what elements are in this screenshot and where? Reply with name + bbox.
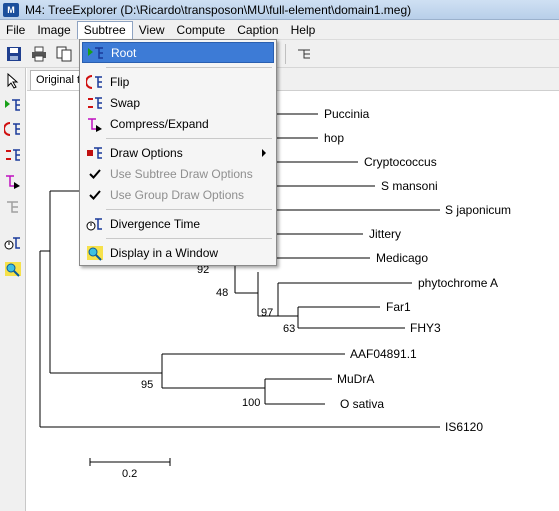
bootstrap-value: 100 xyxy=(242,397,260,409)
taxon-label[interactable]: FHY3 xyxy=(410,321,441,335)
menu-item-flip[interactable]: Flip xyxy=(82,71,274,92)
menu-item-divergence-time[interactable]: Divergence Time xyxy=(82,213,274,234)
menu-item-compress-expand[interactable]: Compress/Expand xyxy=(82,113,274,134)
menu-item-draw-options[interactable]: Draw Options xyxy=(82,142,274,163)
tree-tools-toolbar xyxy=(0,68,26,511)
menu-separator xyxy=(106,209,272,210)
menu-image[interactable]: Image xyxy=(31,21,76,39)
save-icon[interactable] xyxy=(3,43,25,65)
taxon-label[interactable]: MuDrA xyxy=(337,372,374,386)
compress-expand-icon xyxy=(84,115,106,133)
bootstrap-value: 95 xyxy=(141,379,153,391)
menu-help[interactable]: Help xyxy=(285,21,322,39)
copy-icon[interactable] xyxy=(53,43,75,65)
menu-item-root[interactable]: Root xyxy=(82,42,274,63)
menu-view[interactable]: View xyxy=(133,21,171,39)
taxon-label[interactable]: Far1 xyxy=(386,300,411,314)
menu-separator xyxy=(106,238,272,239)
menu-compute[interactable]: Compute xyxy=(171,21,232,39)
checkmark-icon xyxy=(84,165,106,183)
menu-bar: File Image Subtree View Compute Caption … xyxy=(0,20,559,40)
pointer-icon[interactable] xyxy=(3,71,23,91)
checkmark-icon xyxy=(84,186,106,204)
menu-item-display-in-window[interactable]: Display in a Window xyxy=(82,242,274,263)
menu-file[interactable]: File xyxy=(0,21,31,39)
display-window-icon xyxy=(84,244,106,262)
taxon-label[interactable]: hop xyxy=(324,131,344,145)
bootstrap-value: 97 xyxy=(261,307,273,319)
taxon-label[interactable]: S japonicum xyxy=(445,203,511,217)
draw-options-icon xyxy=(84,144,106,162)
title-bar: M M4: TreeExplorer (D:\Ricardo\transposo… xyxy=(0,0,559,20)
draw-options-disabled-icon xyxy=(3,197,23,217)
taxon-label[interactable]: IS6120 xyxy=(445,420,483,434)
divergence-time-icon xyxy=(84,215,106,233)
swap-tree-icon xyxy=(84,94,106,112)
taxon-label[interactable]: Jittery xyxy=(369,227,401,241)
submenu-arrow-icon xyxy=(262,148,266,157)
tree-layout-icon[interactable] xyxy=(293,43,315,65)
menu-subtree[interactable]: Subtree xyxy=(76,20,133,39)
subtree-dropdown-menu: Root Flip Swap Compress/Expand Draw Opti… xyxy=(79,39,277,266)
menu-item-use-subtree-draw-options[interactable]: Use Subtree Draw Options xyxy=(82,163,274,184)
app-icon: M xyxy=(3,2,19,17)
root-tree-icon[interactable] xyxy=(3,95,23,115)
bootstrap-value: 63 xyxy=(283,323,295,335)
taxon-label[interactable]: O sativa xyxy=(340,397,384,411)
bootstrap-labels: 92 48 97 63 95 100 xyxy=(141,264,295,409)
menu-separator xyxy=(106,138,272,139)
swap-tree-icon[interactable] xyxy=(3,145,23,165)
taxon-label[interactable]: phytochrome A xyxy=(418,276,498,290)
menu-separator xyxy=(106,67,272,68)
flip-tree-icon xyxy=(84,73,106,91)
flip-tree-icon[interactable] xyxy=(3,119,23,139)
menu-item-swap[interactable]: Swap xyxy=(82,92,274,113)
toolbar-separator xyxy=(285,43,286,64)
divergence-time-icon[interactable] xyxy=(3,233,23,253)
menu-caption[interactable]: Caption xyxy=(231,21,284,39)
root-tree-icon xyxy=(85,44,107,62)
taxon-label[interactable]: Medicago xyxy=(376,251,428,265)
scale-bar-label: 0.2 xyxy=(122,468,137,480)
taxa-labels: Puccinia hop Cryptococcus S mansoni S ja… xyxy=(324,107,511,434)
print-icon[interactable] xyxy=(28,43,50,65)
compress-expand-icon[interactable] xyxy=(3,171,23,191)
taxon-label[interactable]: Cryptococcus xyxy=(364,155,437,169)
search-taxa-icon[interactable] xyxy=(3,259,23,279)
taxon-label[interactable]: Puccinia xyxy=(324,107,370,121)
window-title: M4: TreeExplorer (D:\Ricardo\transposon\… xyxy=(25,2,412,17)
bootstrap-value: 48 xyxy=(216,287,228,299)
taxon-label[interactable]: S mansoni xyxy=(381,179,438,193)
taxon-label[interactable]: AAF04891.1 xyxy=(350,347,417,361)
menu-item-use-group-draw-options[interactable]: Use Group Draw Options xyxy=(82,184,274,205)
